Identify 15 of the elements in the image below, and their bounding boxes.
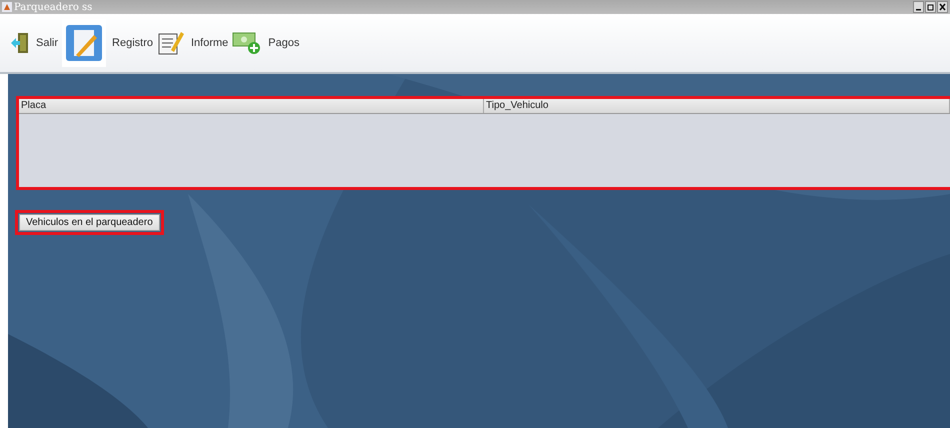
column-header[interactable]: Tipo_Vehiculo bbox=[484, 99, 950, 113]
toolbar-button[interactable]: Informe bbox=[156, 30, 232, 56]
app-icon bbox=[2, 2, 12, 12]
window-title: Parqueadero ss bbox=[14, 2, 94, 12]
pencil-document-icon bbox=[66, 25, 102, 61]
toolbar-button[interactable]: Salir bbox=[10, 32, 62, 54]
toolbar-button[interactable]: Pagos bbox=[232, 31, 304, 55]
notepad-pencil-icon bbox=[156, 30, 185, 56]
money-add-icon bbox=[232, 31, 262, 55]
minimize-icon[interactable] bbox=[913, 1, 924, 13]
column-header[interactable]: Placa bbox=[19, 99, 484, 113]
door-icon bbox=[10, 32, 30, 54]
maximize-icon[interactable] bbox=[925, 1, 936, 13]
toolbar-button[interactable]: Registro bbox=[62, 19, 157, 67]
close-icon[interactable] bbox=[937, 1, 948, 13]
